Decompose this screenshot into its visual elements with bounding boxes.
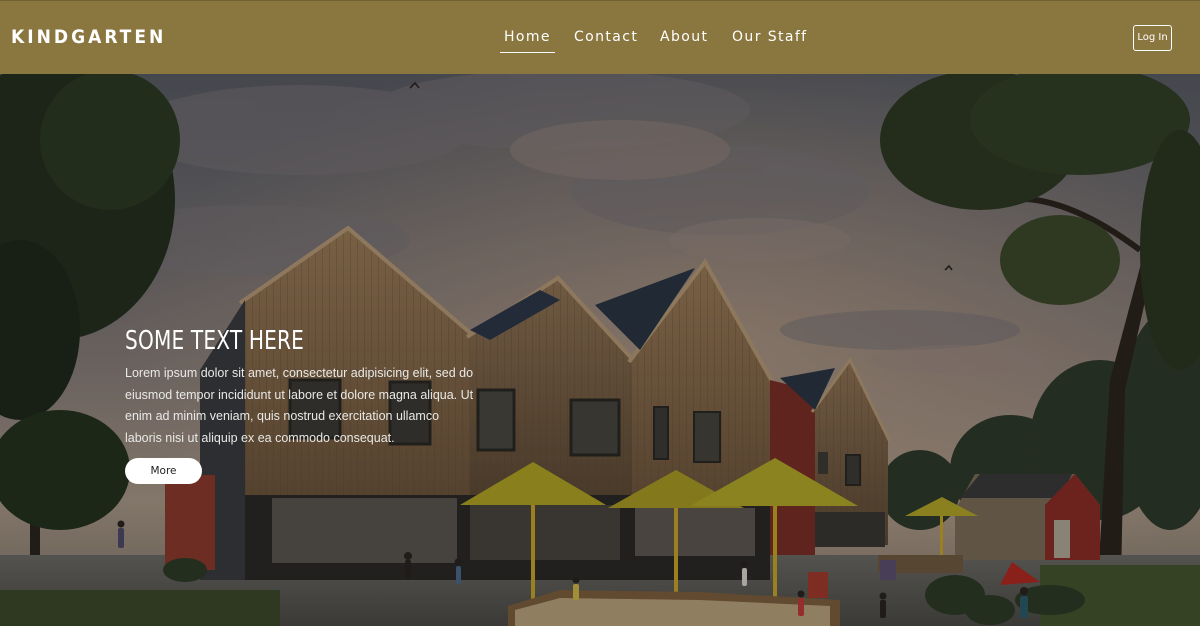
- hero-description: Lorem ipsum dolor sit amet, consectetur …: [125, 366, 474, 445]
- more-button[interactable]: More: [125, 458, 202, 484]
- login-button[interactable]: Log In: [1133, 25, 1172, 51]
- navbar: KINDGARTEN Home Contact About Our Staff …: [0, 0, 1200, 74]
- hero-background-image: [0, 0, 1200, 626]
- nav-link-contact[interactable]: Contact: [574, 28, 638, 46]
- nav-menu: Home Contact About Our Staff: [0, 1, 1200, 75]
- nav-link-home[interactable]: Home: [500, 28, 555, 53]
- nav-link-about[interactable]: About: [660, 28, 708, 46]
- nav-link-our-staff[interactable]: Our Staff: [732, 28, 808, 46]
- page: KINDGARTEN Home Contact About Our Staff …: [0, 0, 1200, 626]
- hero-heading: SOME TEXT HERE: [125, 326, 305, 356]
